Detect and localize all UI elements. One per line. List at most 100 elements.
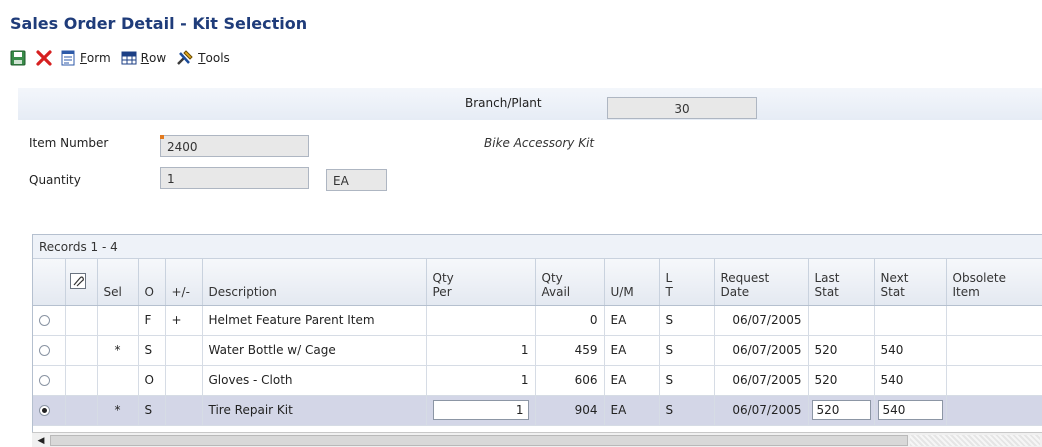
column-obsolete-item-line1: Obsolete xyxy=(952,270,1006,285)
next-stat-cell[interactable]: 540 xyxy=(874,365,947,396)
qty-per-input[interactable]: 1 xyxy=(432,400,529,420)
column-qty-per[interactable]: Qty Per xyxy=(426,259,536,306)
column-request-date[interactable]: Request Date xyxy=(714,259,809,306)
column-next-stat-line1: Next xyxy=(880,270,909,285)
form-menu-button[interactable]: Form xyxy=(60,50,111,66)
next-stat-cell[interactable]: 540 xyxy=(874,395,947,426)
horizontal-scrollbar[interactable]: ◀ xyxy=(32,432,1042,447)
column-lt-line1: L xyxy=(665,270,673,285)
column-um[interactable]: U/M xyxy=(604,259,660,306)
sel-cell[interactable] xyxy=(97,305,139,336)
qty-avail-cell: 606 xyxy=(535,365,605,396)
row-radio[interactable] xyxy=(39,345,50,356)
scrollbar-thumb[interactable] xyxy=(50,435,908,446)
grid-table: Sel O +/- Description Qty Per Qty Avail U/… xyxy=(33,259,1042,426)
qty-avail-cell: 459 xyxy=(535,335,605,366)
sel-cell[interactable]: * xyxy=(97,395,139,426)
next-stat-cell[interactable]: 540 xyxy=(874,335,947,366)
table-row-selected[interactable]: * S Tire Repair Kit 1 904 EA S 06/07/200… xyxy=(33,395,1042,426)
o-cell: S xyxy=(138,395,166,426)
uom-field: EA xyxy=(326,169,387,191)
item-description: Bike Accessory Kit xyxy=(484,136,595,150)
row-menu-button[interactable]: Row xyxy=(121,50,166,66)
column-last-stat-line2: Stat xyxy=(814,284,839,299)
close-icon[interactable] xyxy=(34,48,54,68)
request-date-cell: 06/07/2005 xyxy=(714,305,809,336)
sel-cell[interactable] xyxy=(97,365,139,396)
last-stat-cell[interactable]: 520 xyxy=(808,365,875,396)
plus-minus-cell xyxy=(165,395,203,426)
qty-per-cell[interactable]: 1 xyxy=(426,335,536,366)
plus-minus-cell: + xyxy=(165,305,203,336)
column-lt-line2: T xyxy=(665,284,673,299)
quantity-label: Quantity xyxy=(29,173,81,187)
last-stat-cell[interactable]: 520 xyxy=(808,335,875,366)
table-row[interactable]: F + Helmet Feature Parent Item 0 EA S 06… xyxy=(33,305,1042,336)
um-cell: EA xyxy=(604,305,660,336)
request-date-cell: 06/07/2005 xyxy=(714,365,809,396)
tools-menu-button[interactable]: Tools xyxy=(176,50,230,66)
table-row[interactable]: * S Water Bottle w/ Cage 1 459 EA S 06/0… xyxy=(33,335,1042,366)
column-last-stat-line1: Last xyxy=(814,270,840,285)
branch-plant-field: 30 xyxy=(607,97,757,119)
last-stat-cell[interactable]: 520 xyxy=(808,395,875,426)
description-cell: Tire Repair Kit xyxy=(202,395,427,426)
toolbar: Form Row Tools xyxy=(8,46,240,70)
next-stat-cell[interactable] xyxy=(874,305,947,336)
next-stat-input[interactable]: 540 xyxy=(877,400,943,420)
column-obsolete-item-line2: Item xyxy=(952,284,980,299)
last-stat-cell[interactable] xyxy=(808,305,875,336)
description-cell: Gloves - Cloth xyxy=(202,365,427,396)
row-radio-selected[interactable] xyxy=(39,405,50,416)
column-request-date-line1: Request xyxy=(720,270,770,285)
row-select-cell[interactable] xyxy=(33,335,66,366)
lt-cell: S xyxy=(659,305,715,336)
row-select-cell[interactable] xyxy=(33,305,66,336)
last-stat-input[interactable]: 520 xyxy=(811,400,871,420)
header-attachment[interactable] xyxy=(65,259,98,306)
obsolete-item-cell xyxy=(946,395,1042,426)
kit-components-grid: Records 1 - 4 Sel O +/- Description Qty P… xyxy=(32,234,1042,447)
page-title: Sales Order Detail - Kit Selection xyxy=(10,14,308,33)
column-next-stat[interactable]: Next Stat xyxy=(874,259,947,306)
quantity-field: 1 xyxy=(160,167,309,189)
form-menu-accel: F xyxy=(80,51,87,65)
lt-cell: S xyxy=(659,335,715,366)
row-radio[interactable] xyxy=(39,315,50,326)
row-select-cell[interactable] xyxy=(33,395,66,426)
tools-icon xyxy=(176,50,194,66)
qty-per-cell[interactable]: 1 xyxy=(426,395,536,426)
description-cell: Helmet Feature Parent Item xyxy=(202,305,427,336)
sel-cell[interactable]: * xyxy=(97,335,139,366)
column-o[interactable]: O xyxy=(138,259,166,306)
scrollbar-track[interactable] xyxy=(910,435,1040,446)
qty-per-cell[interactable] xyxy=(426,305,536,336)
plus-minus-cell xyxy=(165,365,203,396)
row-menu-accel: R xyxy=(140,51,150,65)
column-obsolete-item[interactable]: Obsolete Item xyxy=(946,259,1042,306)
scroll-left-icon[interactable]: ◀ xyxy=(34,434,48,447)
column-qty-avail-line2: Avail xyxy=(541,284,571,299)
column-description[interactable]: Description xyxy=(202,259,427,306)
column-last-stat[interactable]: Last Stat xyxy=(808,259,875,306)
item-number-field: 2400 xyxy=(160,135,309,157)
obsolete-item-cell xyxy=(946,305,1042,336)
um-cell: EA xyxy=(604,365,660,396)
save-icon[interactable] xyxy=(8,48,28,68)
row-radio[interactable] xyxy=(39,375,50,386)
row-select-cell[interactable] xyxy=(33,365,66,396)
tools-menu-label: ools xyxy=(205,51,230,65)
attachment-cell xyxy=(65,365,98,396)
table-row[interactable]: O Gloves - Cloth 1 606 EA S 06/07/2005 5… xyxy=(33,365,1042,396)
qty-per-cell[interactable]: 1 xyxy=(426,365,536,396)
column-qty-avail-line1: Qty xyxy=(541,270,563,285)
plus-minus-cell xyxy=(165,335,203,366)
column-plus-minus[interactable]: +/- xyxy=(165,259,203,306)
column-sel[interactable]: Sel xyxy=(97,259,139,306)
column-qty-avail[interactable]: Qty Avail xyxy=(535,259,605,306)
column-lt[interactable]: LT xyxy=(659,259,715,306)
o-cell: S xyxy=(138,335,166,366)
um-cell: EA xyxy=(604,335,660,366)
qty-avail-cell: 0 xyxy=(535,305,605,336)
qty-avail-cell: 904 xyxy=(535,395,605,426)
